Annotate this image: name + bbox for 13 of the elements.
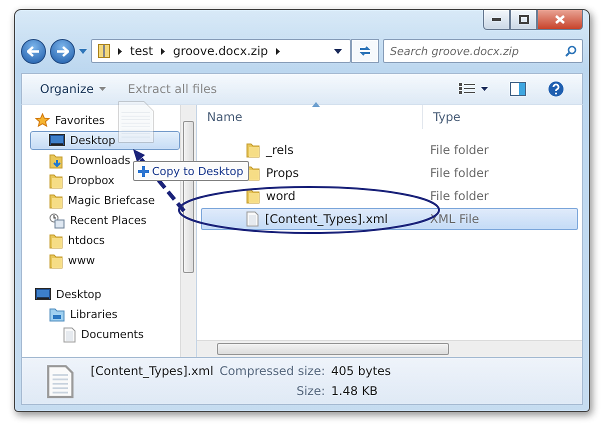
file-name: word bbox=[266, 189, 296, 203]
file-name: Props bbox=[266, 166, 299, 180]
file-name: [Content_Types].xml bbox=[265, 212, 388, 226]
file-type: File folder bbox=[429, 166, 490, 180]
file-name: [Content_Types].xml bbox=[90, 364, 214, 378]
file-type: File folder bbox=[429, 189, 490, 203]
file-name: _rels bbox=[266, 143, 294, 157]
detail-value: 1.48 KB bbox=[331, 384, 379, 398]
file-type: File folder bbox=[429, 143, 490, 157]
detail-label: Size: bbox=[295, 384, 326, 398]
detail-value: 405 bytes bbox=[331, 364, 391, 378]
drag-tooltip: Copy to Desktop bbox=[133, 161, 250, 181]
detail-label: Compressed size: bbox=[219, 364, 326, 378]
